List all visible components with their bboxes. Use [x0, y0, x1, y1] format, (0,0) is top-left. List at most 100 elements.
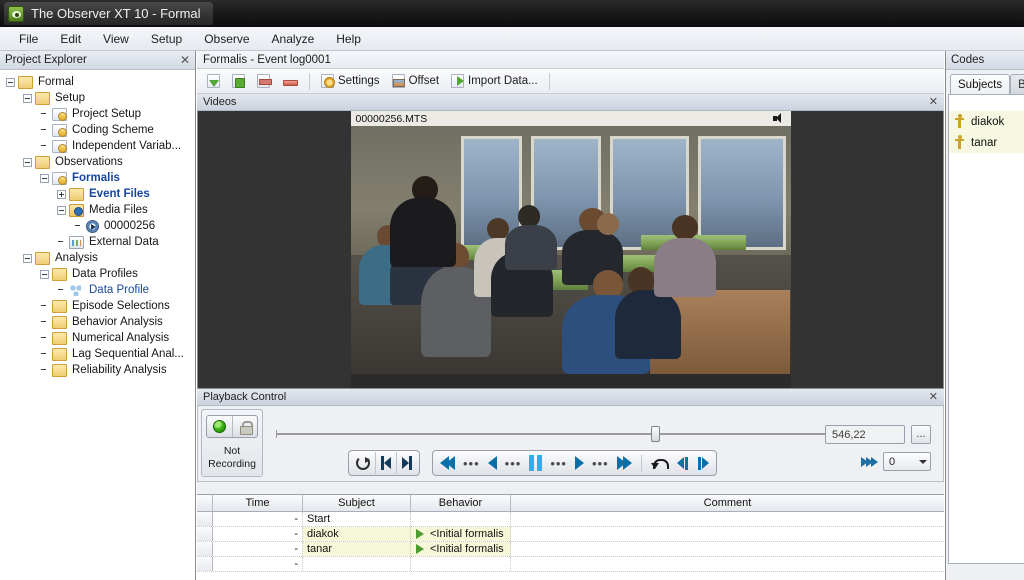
row-selector[interactable] — [197, 512, 213, 526]
cell-time[interactable]: - — [213, 542, 303, 556]
cell-comment[interactable] — [511, 527, 944, 541]
cell-comment[interactable] — [511, 512, 944, 526]
loop-button[interactable] — [646, 452, 672, 474]
cell-comment[interactable] — [511, 557, 944, 571]
table-row[interactable]: - diakok <Initial formalis — [197, 527, 944, 542]
lock-recording-button[interactable] — [232, 416, 257, 437]
table-row[interactable]: - tanar <Initial formalis — [197, 542, 944, 557]
cell-time[interactable]: - — [213, 557, 303, 571]
cell-behavior[interactable]: <Initial formalis — [411, 527, 511, 541]
menu-edit[interactable]: Edit — [49, 29, 92, 49]
tab-subjects[interactable]: Subjects — [950, 74, 1011, 94]
code-item[interactable]: diakok — [949, 111, 1024, 132]
tree-expander-icon[interactable] — [23, 157, 32, 167]
playback-slider[interactable] — [276, 426, 828, 442]
tree-item[interactable]: Numerical Analysis — [0, 330, 195, 346]
tree-item[interactable]: External Data — [0, 234, 195, 250]
cell-comment[interactable] — [511, 542, 944, 556]
play-forward-button[interactable] — [570, 452, 589, 474]
row-selector[interactable] — [197, 542, 213, 556]
close-icon[interactable]: ✕ — [929, 96, 938, 108]
play-backward-button[interactable] — [483, 452, 502, 474]
window-title-tab[interactable]: The Observer XT 10 - Formal — [4, 2, 213, 25]
export-down-button[interactable] — [202, 71, 225, 92]
previous-button[interactable] — [375, 452, 396, 474]
rewind-fast-button[interactable] — [435, 452, 460, 474]
print-button[interactable] — [252, 71, 275, 92]
tree-item[interactable]: Project Setup — [0, 106, 195, 122]
row-selector[interactable] — [197, 557, 213, 571]
close-icon[interactable]: ✕ — [180, 54, 190, 66]
cell-behavior[interactable] — [411, 557, 511, 571]
tree-item[interactable]: Formalis — [0, 170, 195, 186]
settings-button[interactable]: Settings — [316, 71, 385, 92]
tree-item[interactable]: 00000256 — [0, 218, 195, 234]
slider-thumb[interactable] — [650, 426, 660, 442]
menu-file[interactable]: File — [8, 29, 49, 49]
tree-item[interactable]: Formal — [0, 74, 195, 90]
tree-expander-icon[interactable] — [40, 269, 49, 279]
table-row[interactable]: - — [197, 557, 944, 572]
tree-item[interactable]: Analysis — [0, 250, 195, 266]
speed-dropdown[interactable]: 0 — [883, 452, 931, 471]
cell-subject[interactable] — [303, 557, 411, 571]
table-row[interactable]: - Start — [197, 512, 944, 527]
cell-time[interactable]: - — [213, 527, 303, 541]
cell-subject[interactable]: tanar — [303, 542, 411, 556]
tree-item[interactable]: Behavior Analysis — [0, 314, 195, 330]
menu-setup[interactable]: Setup — [140, 29, 193, 49]
step-back-button[interactable] — [672, 452, 693, 474]
forward-fast-button[interactable] — [612, 452, 637, 474]
tree-expander-icon[interactable] — [6, 77, 15, 87]
delete-row-button[interactable] — [277, 71, 303, 92]
tree-expander-icon[interactable] — [40, 173, 49, 183]
tree-item[interactable]: Coding Scheme — [0, 122, 195, 138]
cell-behavior[interactable] — [411, 512, 511, 526]
cell-time[interactable]: - — [213, 512, 303, 526]
cell-behavior[interactable]: <Initial formalis — [411, 542, 511, 556]
tree-expander-icon[interactable] — [57, 205, 66, 215]
tree-item[interactable]: Media Files — [0, 202, 195, 218]
tree-item[interactable]: Episode Selections — [0, 298, 195, 314]
tree-expander-icon[interactable] — [57, 189, 66, 199]
next-button[interactable] — [396, 452, 417, 474]
video-player[interactable]: 00000256.MTS — [350, 111, 791, 388]
add-page-button[interactable] — [227, 71, 250, 92]
menu-help[interactable]: Help — [325, 29, 372, 49]
tree-expander-icon[interactable] — [23, 253, 32, 263]
row-selector[interactable] — [197, 527, 213, 541]
tree-item[interactable]: Setup — [0, 90, 195, 106]
tree-item[interactable]: Event Files — [0, 186, 195, 202]
table-header-comment[interactable]: Comment — [511, 495, 944, 511]
menu-analyze[interactable]: Analyze — [261, 29, 326, 49]
tree-item[interactable]: Reliability Analysis — [0, 362, 195, 378]
tree-item-label: Formalis — [72, 172, 120, 184]
menu-view[interactable]: View — [92, 29, 140, 49]
table-header-subject[interactable]: Subject — [303, 495, 411, 511]
code-item[interactable]: tanar — [949, 132, 1024, 153]
table-header-behavior[interactable]: Behavior — [411, 495, 511, 511]
tree-item[interactable]: Data Profiles — [0, 266, 195, 282]
import-data-button[interactable]: Import Data... — [446, 71, 543, 92]
document-tab-label[interactable]: Formalis - Event log0001 — [203, 54, 331, 66]
tree-item[interactable]: Observations — [0, 154, 195, 170]
offset-button[interactable]: Offset — [387, 71, 444, 92]
tree-expander-icon[interactable] — [23, 93, 32, 103]
tab-behaviors[interactable]: B — [1010, 74, 1024, 94]
table-header-time[interactable]: Time — [213, 495, 303, 511]
reset-button[interactable] — [351, 452, 375, 474]
cell-subject[interactable]: diakok — [303, 527, 411, 541]
pause-button[interactable] — [524, 452, 547, 474]
start-recording-button[interactable] — [207, 416, 232, 437]
close-icon[interactable]: ✕ — [929, 391, 938, 403]
tree-spacer — [40, 302, 49, 311]
menu-observe[interactable]: Observe — [193, 29, 260, 49]
time-field[interactable]: 546,22 — [825, 425, 905, 444]
step-forward-button[interactable] — [693, 452, 714, 474]
tree-item[interactable]: Independent Variab... — [0, 138, 195, 154]
tree-item[interactable]: Lag Sequential Anal... — [0, 346, 195, 362]
tree-item[interactable]: Data Profile — [0, 282, 195, 298]
time-browse-button[interactable]: ... — [911, 425, 931, 444]
cell-subject[interactable]: Start — [303, 512, 411, 526]
speaker-icon[interactable] — [772, 113, 786, 124]
